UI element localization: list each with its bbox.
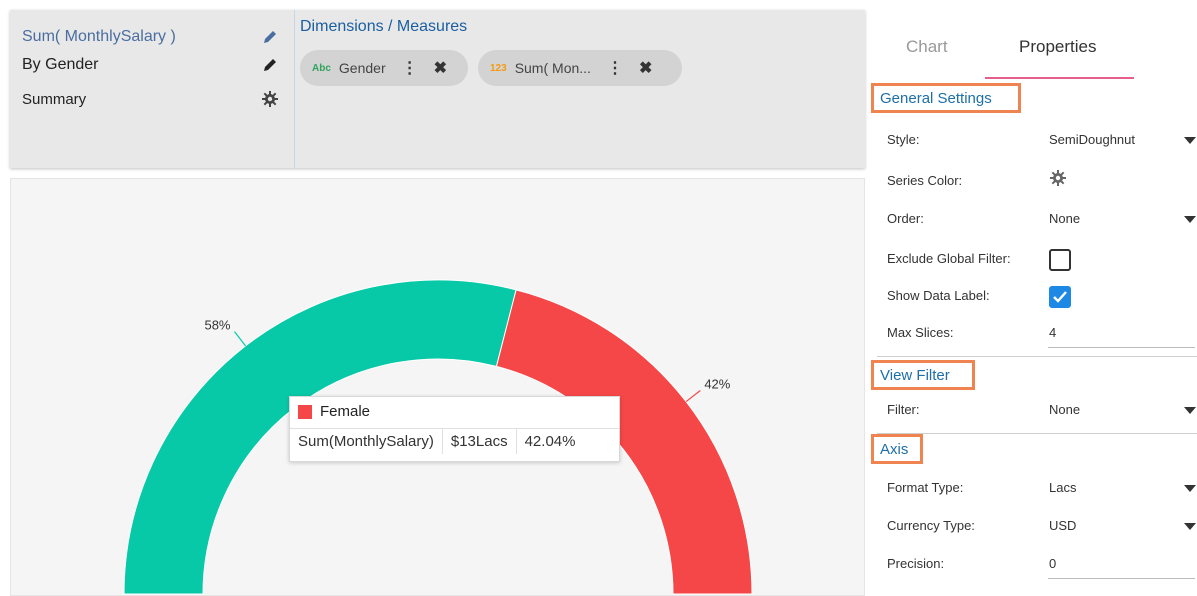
chart-tooltip: Female Sum(MonthlySalary) $13Lacs 42.04% (289, 396, 620, 462)
chart-config-panel: Sum( MonthlySalary ) By Gender Summary D… (10, 10, 865, 168)
legend-swatch (298, 404, 312, 419)
chart-subtitle-row[interactable]: By Gender (22, 54, 280, 76)
pill-label: Sum( Mon... (514, 60, 591, 76)
order-select[interactable]: None (1049, 211, 1080, 226)
app-root: Sum( MonthlySalary ) By Gender Summary D… (0, 0, 1197, 596)
section-title: General Settings (880, 89, 992, 107)
active-tab-indicator (985, 77, 1134, 79)
more-options-icon[interactable]: ⋮ (402, 58, 418, 78)
precision-property: Precision: 0 (887, 552, 1197, 579)
tooltip-series: Female (320, 403, 371, 420)
order-property: Order: None (887, 207, 1197, 231)
dropdown-caret-icon[interactable] (1184, 407, 1196, 414)
max-slices-property: Max Slices: 4 (887, 321, 1197, 348)
panel-tabs: Chart Properties (871, 0, 1197, 80)
series-color-label: Series Color: (887, 173, 963, 188)
semi-doughnut-chart: 58% 42% (123, 279, 753, 595)
filter-property: Filter: None (887, 398, 1197, 422)
input-underline (1048, 347, 1195, 348)
section-view-filter[interactable]: View Filter (871, 360, 975, 390)
dimension-pill-gender[interactable]: Abc Gender ⋮ ✖ (300, 50, 468, 86)
data-label: 42% (704, 377, 730, 392)
section-divider (877, 356, 1197, 357)
section-title: View Filter (880, 366, 950, 384)
section-divider (877, 433, 1197, 434)
show-data-label-label: Show Data Label: (887, 288, 990, 303)
chart-area: 58% 42% (10, 178, 865, 596)
tooltip-row: Sum(MonthlySalary) $13Lacs 42.04% (290, 428, 619, 454)
chart-subtitle: By Gender (22, 56, 99, 73)
order-label: Order: (887, 211, 924, 226)
edit-pencil-icon[interactable] (260, 27, 280, 47)
precision-input[interactable]: 0 (1049, 556, 1056, 571)
measure-pill-sum[interactable]: 123 Sum( Mon... ⋮ ✖ (478, 50, 682, 86)
format-type-select[interactable]: Lacs (1049, 480, 1076, 495)
pill-label: Gender (338, 60, 386, 76)
format-type-label: Format Type: (887, 480, 964, 495)
data-label: 58% (204, 318, 230, 333)
currency-type-property: Currency Type: USD (887, 514, 1197, 538)
filter-select[interactable]: None (1049, 402, 1080, 417)
style-label: Style: (887, 132, 920, 147)
tooltip-header: Female (298, 403, 370, 420)
dropdown-caret-icon[interactable] (1184, 485, 1196, 492)
properties-panel: Chart Properties General Settings Style:… (871, 0, 1197, 596)
series-color-property: Series Color: (887, 169, 1197, 193)
section-general-settings[interactable]: General Settings (871, 83, 1021, 113)
text-type-badge: Abc (312, 62, 331, 74)
edit-pencil-icon[interactable] (260, 55, 280, 75)
summary-row[interactable]: Summary (22, 88, 280, 110)
tooltip-measure: Sum(MonthlySalary) (290, 429, 443, 454)
dimensions-heading: Dimensions / Measures (300, 18, 468, 35)
title-column: Sum( MonthlySalary ) By Gender Summary (10, 10, 295, 168)
max-slices-input[interactable]: 4 (1049, 325, 1056, 340)
show-data-label-property: Show Data Label: (887, 284, 1197, 308)
data-label-leader (234, 331, 247, 347)
gear-icon[interactable] (1049, 169, 1067, 190)
dropdown-caret-icon[interactable] (1184, 216, 1196, 223)
data-label-leader (685, 390, 701, 403)
remove-icon[interactable]: ✖ (639, 58, 652, 78)
tooltip-percent: 42.04% (524, 433, 576, 450)
currency-type-select[interactable]: USD (1049, 518, 1076, 533)
remove-icon[interactable]: ✖ (434, 58, 447, 78)
dropdown-caret-icon[interactable] (1184, 523, 1196, 530)
show-data-label-checkbox[interactable] (1049, 286, 1071, 308)
dropdown-caret-icon[interactable] (1184, 137, 1196, 144)
currency-type-label: Currency Type: (887, 518, 975, 533)
format-type-property: Format Type: Lacs (887, 476, 1197, 500)
tooltip-value: $13Lacs (443, 429, 517, 454)
more-options-icon[interactable]: ⋮ (607, 58, 623, 78)
exclude-global-filter-label: Exclude Global Filter: (887, 251, 1011, 266)
input-underline (1048, 578, 1195, 579)
tab-properties[interactable]: Properties (1019, 37, 1096, 57)
checkmark-icon (1053, 291, 1067, 303)
summary-label: Summary (22, 90, 87, 108)
gear-icon[interactable] (260, 89, 280, 109)
exclude-global-filter-property: Exclude Global Filter: (887, 247, 1197, 271)
max-slices-label: Max Slices: (887, 325, 954, 340)
tab-chart[interactable]: Chart (906, 37, 948, 57)
chart-title-row[interactable]: Sum( MonthlySalary ) (22, 26, 280, 48)
dimensions-column: Dimensions / Measures Abc Gender ⋮ ✖ 123… (300, 10, 865, 168)
style-select[interactable]: SemiDoughnut (1049, 132, 1135, 147)
number-type-badge: 123 (490, 62, 507, 74)
style-property: Style: SemiDoughnut (887, 128, 1197, 152)
exclude-global-filter-checkbox[interactable] (1049, 249, 1071, 271)
precision-label: Precision: (887, 556, 945, 571)
chart-title: Sum( MonthlySalary ) (22, 28, 176, 45)
section-axis[interactable]: Axis (871, 434, 923, 464)
section-title: Axis (880, 440, 909, 458)
filter-label: Filter: (887, 402, 920, 417)
